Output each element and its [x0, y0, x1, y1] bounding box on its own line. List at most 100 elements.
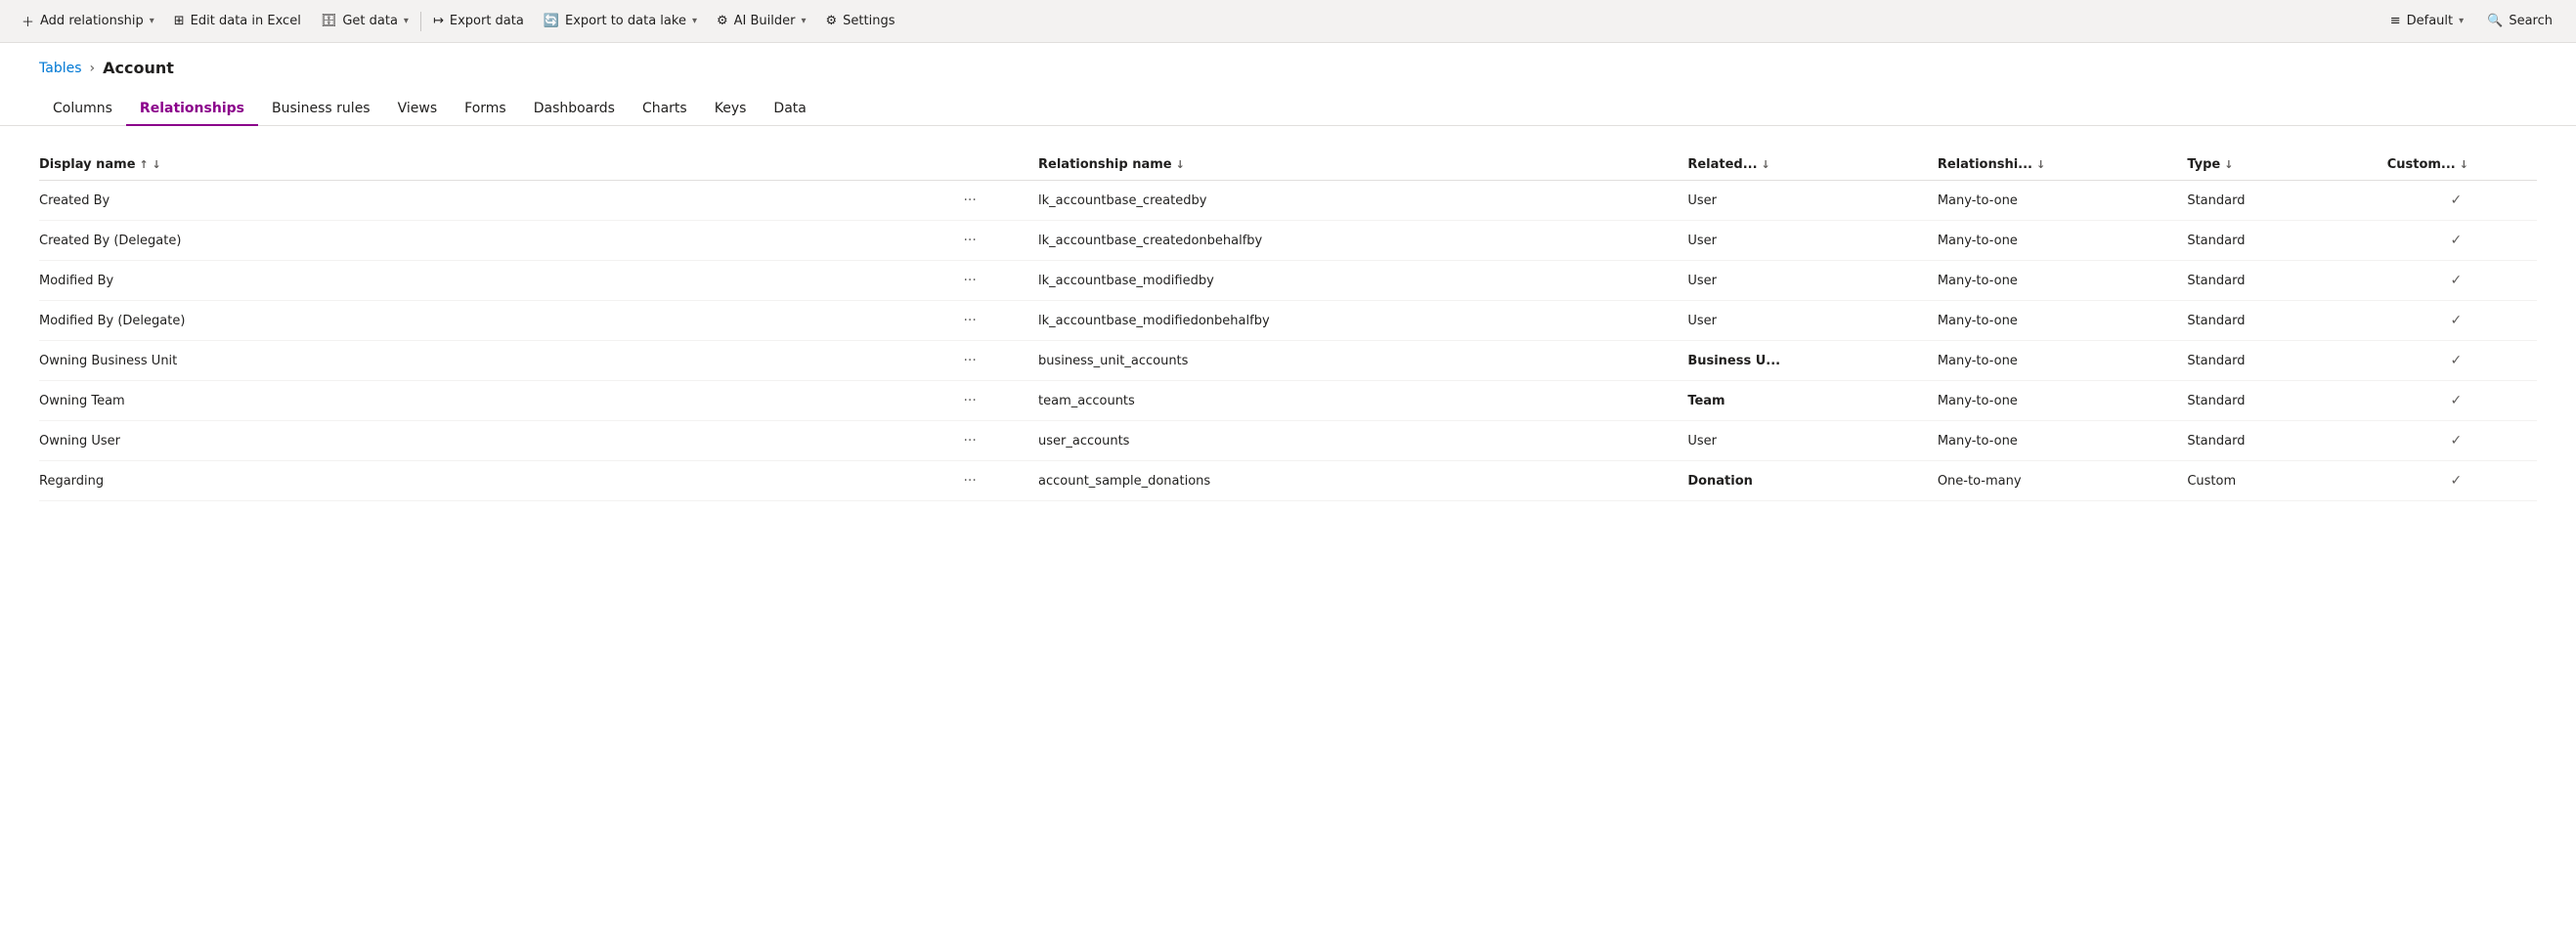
checkmark-icon: ✓	[2450, 313, 2462, 328]
cell-type: Standard	[2187, 341, 2386, 381]
cell-relationship-name: user_accounts	[1038, 421, 1687, 461]
col-header-display-name[interactable]: Display name ↑ ↓	[39, 150, 913, 181]
cell-related: Team	[1687, 381, 1938, 421]
edit-excel-button[interactable]: ⊞ Edit data in Excel	[164, 0, 311, 42]
tab-dashboards[interactable]: Dashboards	[520, 93, 629, 126]
table-row[interactable]: Created By···lk_accountbase_createdbyUse…	[39, 181, 2537, 221]
add-relationship-chevron: ▾	[150, 16, 154, 26]
more-options-button[interactable]: ···	[957, 271, 982, 290]
excel-icon: ⊞	[174, 14, 185, 28]
tab-relationships[interactable]: Relationships	[126, 93, 258, 126]
table-row[interactable]: Owning Team···team_accountsTeamMany-to-o…	[39, 381, 2537, 421]
cell-type: Custom	[2187, 461, 2386, 501]
tabs: Columns Relationships Business rules Vie…	[0, 93, 2576, 126]
more-options-button[interactable]: ···	[957, 191, 982, 210]
cell-custom: ✓	[2387, 341, 2537, 381]
filter-icon: ≡	[2390, 14, 2401, 28]
more-options-button[interactable]: ···	[957, 231, 982, 250]
export-data-button[interactable]: ↦ Export data	[423, 0, 534, 42]
get-data-button[interactable]: 🗄 Get data ▾	[311, 0, 418, 42]
cell-relationship-type: Many-to-one	[1938, 301, 2188, 341]
cell-display-name: Owning Team	[39, 381, 913, 421]
cell-more-options[interactable]: ···	[913, 301, 1038, 341]
more-options-button[interactable]: ···	[957, 391, 982, 410]
col-header-rel-name[interactable]: Relationship name ↓	[1038, 150, 1687, 181]
table-row[interactable]: Modified By···lk_accountbase_modifiedbyU…	[39, 261, 2537, 301]
cell-more-options[interactable]: ···	[913, 421, 1038, 461]
cell-relationship-name: lk_accountbase_modifiedby	[1038, 261, 1687, 301]
get-data-label: Get data	[342, 14, 398, 28]
export-lake-button[interactable]: 🔄 Export to data lake ▾	[534, 0, 707, 42]
breadcrumb-tables-link[interactable]: Tables	[39, 61, 82, 76]
cell-related: Donation	[1687, 461, 1938, 501]
add-relationship-button[interactable]: ＋ Add relationship ▾	[12, 0, 164, 42]
more-options-button[interactable]: ···	[957, 351, 982, 370]
cell-type: Standard	[2187, 381, 2386, 421]
settings-button[interactable]: ⚙ Settings	[816, 0, 905, 42]
tab-keys[interactable]: Keys	[701, 93, 761, 126]
more-options-button[interactable]: ···	[957, 471, 982, 491]
ai-builder-button[interactable]: ⚙ AI Builder ▾	[707, 0, 816, 42]
cell-display-name: Owning User	[39, 421, 913, 461]
toolbar-divider-1	[420, 12, 421, 31]
ai-builder-icon: ⚙	[717, 14, 728, 28]
add-relationship-label: Add relationship	[40, 14, 144, 28]
rel-type-sort-icon: ↓	[2036, 158, 2045, 171]
cell-custom: ✓	[2387, 381, 2537, 421]
tab-charts[interactable]: Charts	[629, 93, 701, 126]
table-row[interactable]: Modified By (Delegate)···lk_accountbase_…	[39, 301, 2537, 341]
col-header-custom[interactable]: Custom... ↓	[2387, 150, 2537, 181]
export-lake-label: Export to data lake	[565, 14, 686, 28]
get-data-chevron: ▾	[404, 16, 409, 26]
cell-more-options[interactable]: ···	[913, 221, 1038, 261]
col-header-dots	[913, 150, 1038, 181]
cell-custom: ✓	[2387, 221, 2537, 261]
col-header-related[interactable]: Related... ↓	[1687, 150, 1938, 181]
cell-display-name: Regarding	[39, 461, 913, 501]
type-sort-icon: ↓	[2224, 158, 2233, 171]
cell-more-options[interactable]: ···	[913, 381, 1038, 421]
cell-display-name: Created By	[39, 181, 913, 221]
cell-relationship-name: business_unit_accounts	[1038, 341, 1687, 381]
tab-forms[interactable]: Forms	[451, 93, 520, 126]
cell-more-options[interactable]: ···	[913, 341, 1038, 381]
tab-data[interactable]: Data	[760, 93, 819, 126]
more-options-button[interactable]: ···	[957, 311, 982, 330]
more-options-button[interactable]: ···	[957, 431, 982, 450]
cell-relationship-type: Many-to-one	[1938, 421, 2188, 461]
col-header-type[interactable]: Type ↓	[2187, 150, 2386, 181]
table-row[interactable]: Owning Business Unit···business_unit_acc…	[39, 341, 2537, 381]
export-lake-chevron: ▾	[692, 16, 697, 26]
breadcrumb: Tables › Account	[0, 43, 2576, 77]
tab-columns[interactable]: Columns	[39, 93, 126, 126]
cell-custom: ✓	[2387, 261, 2537, 301]
related-sort-icon: ↓	[1762, 158, 1770, 171]
display-name-sort-icon: ↑ ↓	[140, 158, 161, 171]
checkmark-icon: ✓	[2450, 473, 2462, 489]
tab-business-rules[interactable]: Business rules	[258, 93, 384, 126]
cell-more-options[interactable]: ···	[913, 181, 1038, 221]
table-row[interactable]: Owning User ··· user_accountsUserMany-to-o…	[39, 421, 2537, 461]
cell-relationship-name: lk_accountbase_createdby	[1038, 181, 1687, 221]
breadcrumb-separator: ›	[90, 61, 96, 76]
cell-more-options[interactable]: ···	[913, 461, 1038, 501]
cell-type: Standard	[2187, 221, 2386, 261]
default-button[interactable]: ≡ Default ▾	[2379, 14, 2475, 28]
cell-related: User	[1687, 421, 1938, 461]
toolbar: ＋ Add relationship ▾ ⊞ Edit data in Exce…	[0, 0, 2576, 43]
add-icon: ＋	[22, 12, 34, 30]
main-content: Display name ↑ ↓ Relationship name ↓ Rel…	[0, 126, 2576, 525]
cell-type: Standard	[2187, 261, 2386, 301]
checkmark-icon: ✓	[2450, 353, 2462, 368]
checkmark-icon: ✓	[2450, 233, 2462, 248]
cell-relationship-name: lk_accountbase_createdonbehalfby	[1038, 221, 1687, 261]
table-header-row: Display name ↑ ↓ Relationship name ↓ Rel…	[39, 150, 2537, 181]
table-row[interactable]: Created By (Delegate)···lk_accountbase_c…	[39, 221, 2537, 261]
search-button[interactable]: 🔍 Search	[2475, 14, 2564, 28]
col-header-rel-type[interactable]: Relationshi... ↓	[1938, 150, 2188, 181]
export-data-icon: ↦	[433, 14, 444, 28]
export-data-label: Export data	[450, 14, 524, 28]
cell-more-options[interactable]: ···	[913, 261, 1038, 301]
tab-views[interactable]: Views	[384, 93, 452, 126]
table-row[interactable]: Regarding···account_sample_donationsDona…	[39, 461, 2537, 501]
